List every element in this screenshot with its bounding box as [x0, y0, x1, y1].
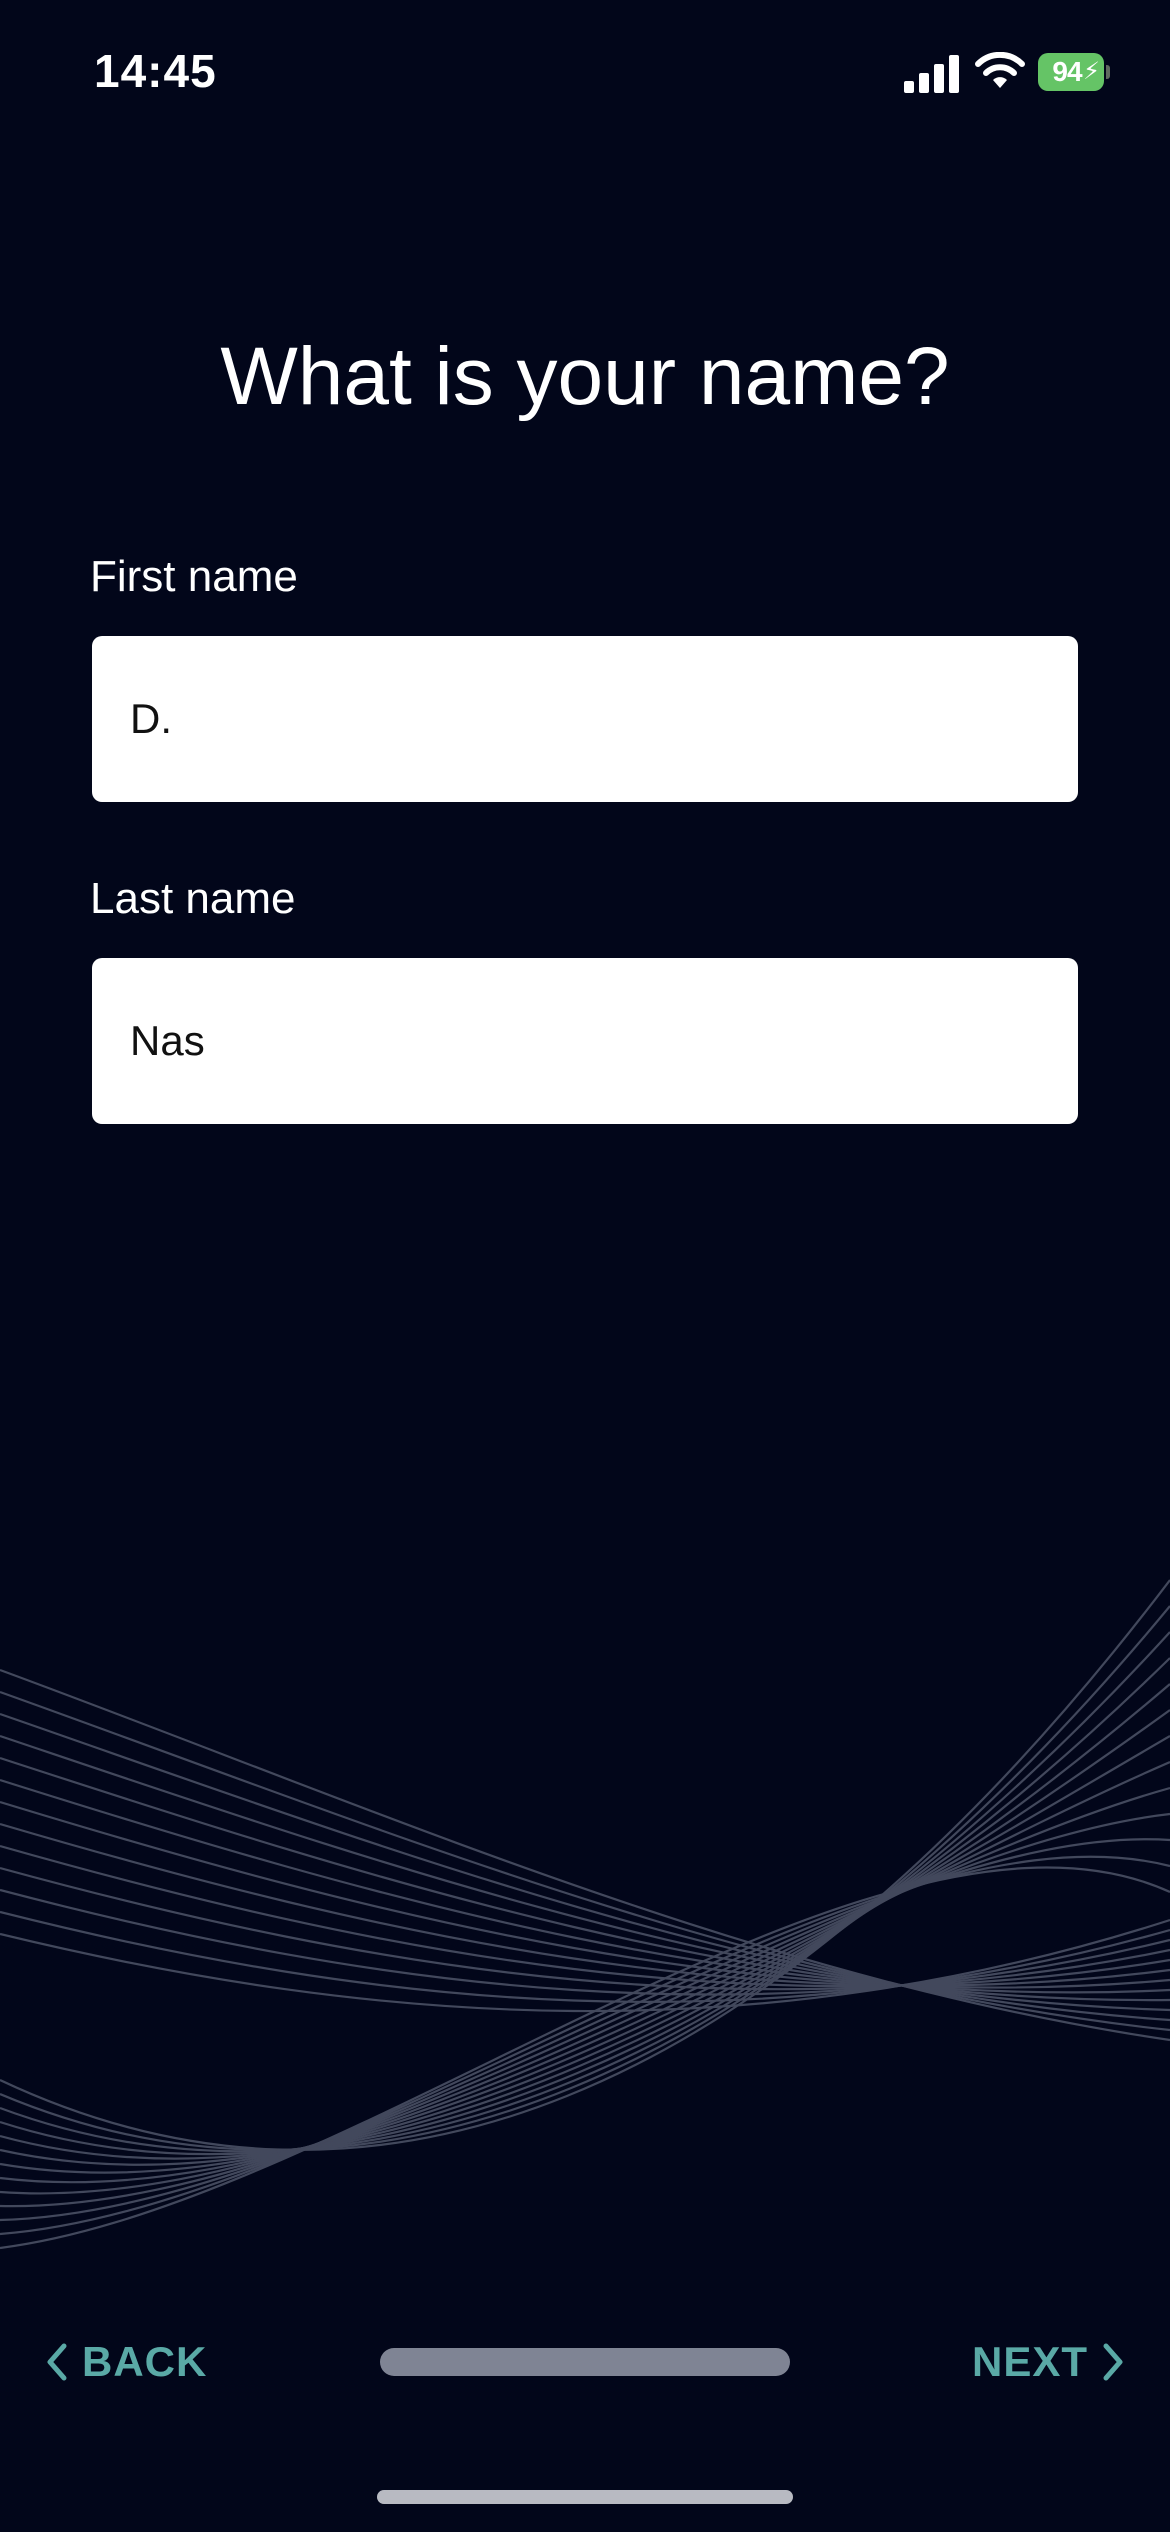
battery-icon: 94 ⚡︎ — [1038, 53, 1110, 91]
chevron-left-icon — [47, 2343, 67, 2381]
back-button[interactable]: BACK — [44, 2332, 207, 2392]
last-name-label: Last name — [90, 874, 296, 923]
next-button[interactable]: NEXT — [972, 2332, 1126, 2392]
signal-icon — [904, 55, 959, 93]
wifi-icon — [975, 52, 1025, 88]
last-name-field[interactable] — [92, 958, 1078, 1124]
first-name-field[interactable] — [92, 636, 1078, 802]
next-label: NEXT — [971, 2338, 1088, 2385]
bolt-icon: ⚡︎ — [1083, 58, 1100, 85]
wave-line — [0, 1709, 1170, 2166]
wave-line — [0, 1631, 1170, 2153]
chevron-right-icon — [1103, 2343, 1123, 2381]
battery-body: 94 ⚡︎ — [1038, 53, 1104, 91]
status-time: 14:45 — [94, 45, 217, 97]
wave-line — [0, 1657, 1170, 2156]
page-title: What is your name? — [220, 331, 950, 422]
wave-line — [0, 1822, 1170, 1987]
wave-line — [0, 1735, 1170, 2174]
first-name-label: First name — [90, 552, 298, 601]
back-label: BACK — [82, 2338, 208, 2385]
decorative-wave-lines — [0, 1579, 1170, 2250]
home-indicator — [377, 2490, 793, 2504]
last-name-input[interactable] — [92, 958, 1078, 1124]
battery-cap — [1106, 65, 1110, 79]
wave-line — [0, 1605, 1170, 2151]
wave-line — [0, 1690, 1170, 2032]
wave-line — [0, 1888, 1170, 1996]
status-bar: 14:45 94 ⚡︎ — [0, 0, 1170, 150]
progress-indicator — [380, 2348, 790, 2376]
first-name-input[interactable] — [92, 636, 1078, 802]
